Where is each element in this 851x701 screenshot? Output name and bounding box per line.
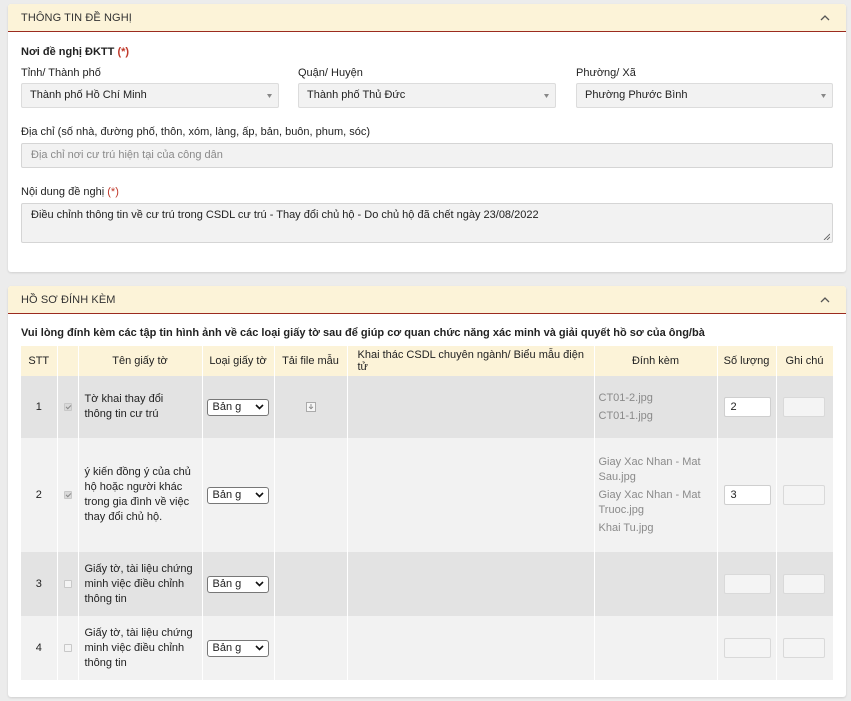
col-qty: Số lượng (717, 346, 777, 376)
col-note: Ghi chú (776, 346, 834, 376)
panel-header[interactable]: HỒ SƠ ĐÍNH KÈM (8, 286, 846, 314)
address-input[interactable]: Địa chỉ nơi cư trú hiện tại của công dân (21, 143, 833, 168)
row-checkbox[interactable] (63, 491, 72, 499)
chevron-down-icon (254, 404, 264, 410)
quantity-input[interactable]: 2 (723, 397, 771, 417)
note-input[interactable] (782, 397, 825, 417)
col-type: Loại giấy tờ (202, 346, 275, 376)
address-placeholder: Địa chỉ nơi cư trú hiện tại của công dân (31, 149, 223, 161)
col-csdl: Khai thác CSDL chuyên ngành/ Biểu mẫu đi… (347, 346, 595, 376)
table-row: 2 ý kiến đồng ý của chủ hộ hoặc người kh… (21, 438, 834, 552)
attachment-instruction: Vui lòng đính kèm các tập tin hình ảnh v… (21, 327, 705, 339)
chevron-up-icon[interactable] (818, 11, 832, 25)
caret-down-icon (821, 94, 826, 98)
doc-type-select[interactable]: Bản g (206, 398, 269, 416)
attached-files: CT01-2.jpg CT01-1.jpg (594, 376, 718, 438)
doc-name: ý kiến đồng ý của chủ hộ hoặc người khác… (78, 438, 203, 552)
proposal-info-panel: THÔNG TIN ĐỀ NGHỊ Nơi đề nghị ĐKTT (*) T… (8, 4, 846, 272)
attachments-table: STT Tên giấy tờ Loại giấy tờ Tải file mẫ… (21, 346, 834, 680)
attached-file-link[interactable]: Giay Xac Nhan - Mat Sau.jpg (599, 455, 713, 485)
row-checkbox[interactable] (63, 580, 72, 588)
ward-select[interactable]: Phường Phước Bình (576, 83, 833, 108)
content-textarea[interactable]: Điều chỉnh thông tin về cư trú trong CSD… (21, 203, 833, 243)
quantity-input[interactable] (723, 574, 771, 594)
address-label: Địa chỉ (số nhà, đường phố, thôn, xóm, l… (21, 126, 371, 138)
attached-file-link[interactable]: Giay Xac Nhan - Mat Truoc.jpg (599, 488, 713, 518)
quantity-input[interactable]: 3 (723, 485, 771, 505)
doc-type-select[interactable]: Bản g (206, 486, 269, 504)
district-label: Quận/ Huyện (298, 67, 363, 79)
row-checkbox[interactable] (63, 644, 72, 652)
panel-title: HỒ SƠ ĐÍNH KÈM (21, 293, 116, 306)
attached-file-link[interactable]: Khai Tu.jpg (599, 521, 713, 536)
col-stt: STT (21, 346, 58, 376)
chevron-down-icon (254, 645, 264, 651)
doc-name: Giấy tờ, tài liệu chứng minh việc điều c… (78, 616, 203, 680)
chevron-down-icon (254, 492, 264, 498)
attached-file-link[interactable]: CT01-1.jpg (599, 409, 713, 424)
ward-label: Phường/ Xã (576, 67, 636, 79)
required-mark: (*) (107, 186, 119, 198)
table-row: 3 Giấy tờ, tài liệu chứng minh việc điều… (21, 552, 834, 616)
content-label: Nội dung đề nghị (*) (21, 186, 119, 198)
panel-header[interactable]: THÔNG TIN ĐỀ NGHỊ (8, 4, 846, 32)
attachments-panel: HỒ SƠ ĐÍNH KÈM Vui lòng đính kèm các tập… (8, 286, 846, 697)
chevron-up-icon[interactable] (818, 293, 832, 307)
doc-name: Tờ khai thay đổi thông tin cư trú (78, 376, 203, 438)
doc-type-select[interactable]: Bản g (206, 575, 269, 593)
quantity-input[interactable] (723, 638, 771, 658)
resize-handle-icon[interactable] (823, 233, 830, 240)
attached-file-link[interactable]: CT01-2.jpg (599, 391, 713, 406)
panel-title: THÔNG TIN ĐỀ NGHỊ (21, 11, 132, 24)
col-attach: Đính kèm (594, 346, 718, 376)
required-mark: (*) (117, 46, 130, 58)
place-label: Nơi đề nghị ĐKTT (*) (21, 46, 130, 58)
table-row: 4 Giấy tờ, tài liệu chứng minh việc điều… (21, 616, 834, 680)
note-input[interactable] (782, 574, 825, 594)
doc-name: Giấy tờ, tài liệu chứng minh việc điều c… (78, 552, 203, 616)
doc-type-select[interactable]: Bản g (206, 639, 269, 657)
col-template: Tải file mẫu (274, 346, 348, 376)
attached-files: Giay Xac Nhan - Mat Sau.jpg Giay Xac Nha… (594, 438, 718, 552)
note-input[interactable] (782, 638, 825, 658)
district-select[interactable]: Thành phố Thủ Đức (298, 83, 556, 108)
row-checkbox[interactable] (63, 403, 72, 411)
download-icon[interactable] (305, 402, 316, 412)
note-input[interactable] (782, 485, 825, 505)
caret-down-icon (544, 94, 549, 98)
province-label: Tỉnh/ Thành phố (21, 67, 101, 79)
caret-down-icon (267, 94, 272, 98)
province-select[interactable]: Thành phố Hồ Chí Minh (21, 83, 279, 108)
col-name: Tên giấy tờ (78, 346, 203, 376)
chevron-down-icon (254, 581, 264, 587)
table-row: 1 Tờ khai thay đổi thông tin cư trú Bản … (21, 376, 834, 438)
